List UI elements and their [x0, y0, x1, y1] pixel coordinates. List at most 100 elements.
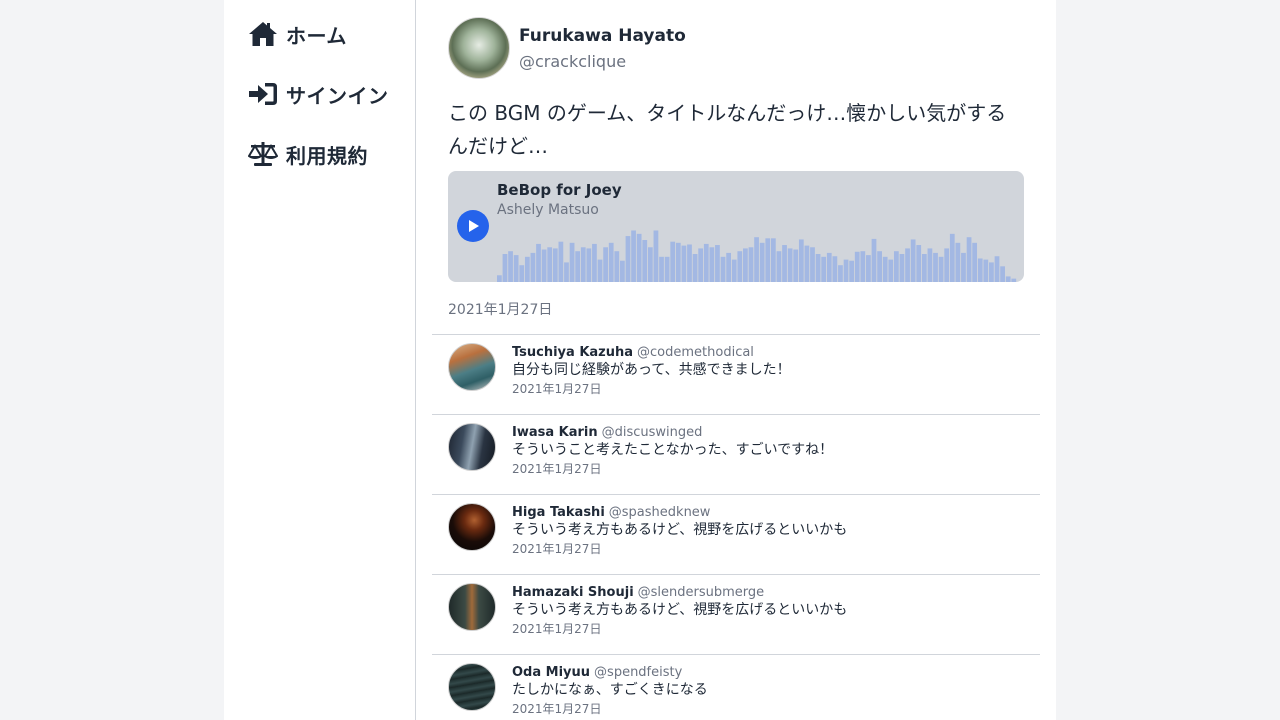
reply-date: 2021年1月27日: [512, 382, 602, 396]
reply-author-handle[interactable]: @spendfeisty: [594, 665, 682, 680]
waveform-bar: [541, 249, 547, 282]
main-content: Furukawa Hayato @crackclique この BGM のゲーム…: [416, 0, 1056, 720]
waveform-bar: [994, 256, 1000, 282]
reply-date: 2021年1月27日: [512, 542, 602, 556]
reply-author-name[interactable]: Tsuchiya Kazuha: [512, 345, 633, 360]
reply-text: そういう考え方もあるけど、視野を広げるといいかも: [512, 522, 848, 538]
list-item[interactable]: Higa Takashi @spashedknew そういう考え方もあるけど、視野…: [432, 495, 1040, 575]
post-author: Furukawa Hayato @crackclique: [432, 16, 1040, 80]
waveform-bar: [743, 248, 748, 282]
waveform-bar: [586, 248, 592, 282]
waveform-bar: [899, 254, 905, 282]
list-item[interactable]: Hamazaki Shouji @slendersubmerge そういう考え方も…: [432, 575, 1040, 655]
waveform-bar: [502, 254, 508, 282]
avatar[interactable]: [448, 423, 496, 471]
reply-date: 2021年1月27日: [512, 462, 602, 476]
waveform-bar: [748, 247, 754, 282]
reply-author-handle[interactable]: @spashedknew: [609, 505, 711, 520]
waveform-bar: [787, 248, 793, 282]
avatar[interactable]: [448, 663, 496, 711]
waveform-bar: [955, 242, 961, 282]
avatar[interactable]: [448, 503, 496, 551]
play-button[interactable]: [457, 210, 489, 242]
sidebar-item-terms[interactable]: 利用規約: [248, 140, 415, 168]
waveform-bar: [888, 259, 894, 282]
waveform-bar: [508, 251, 513, 282]
sidebar-item-sign-in[interactable]: サインイン: [248, 80, 415, 108]
waveform-bar: [893, 251, 899, 282]
waveform-bar: [524, 256, 530, 282]
waveform-bar: [944, 248, 950, 282]
reply-text: そういうこと考えたことなかった、すごいですね！: [512, 442, 834, 458]
avatar[interactable]: [448, 17, 510, 79]
waveform-bar: [715, 245, 720, 282]
waveform-bar: [933, 252, 938, 282]
reply-author-name[interactable]: Higa Takashi: [512, 505, 605, 520]
waveform-bar: [608, 242, 614, 282]
waveform-bar: [770, 238, 776, 282]
waveform-bar: [921, 254, 927, 282]
waveform-bar: [927, 248, 933, 282]
waveform-bar: [804, 245, 810, 282]
reply-author-name[interactable]: Oda Miyuu: [512, 665, 590, 680]
post-text: この BGM のゲーム、タイトルなんだっけ…懐かしい気がするんだけど…: [448, 101, 1007, 158]
avatar[interactable]: [448, 343, 496, 391]
waveform-bar: [552, 248, 558, 282]
list-item[interactable]: Iwasa Karin @discuswinged そういうこと考えたことなかった…: [432, 415, 1040, 495]
post: Furukawa Hayato @crackclique この BGM のゲーム…: [432, 16, 1040, 326]
reply-author-handle[interactable]: @discuswinged: [602, 425, 703, 440]
sidebar-item-label: サインイン: [286, 83, 389, 108]
waveform-bar: [983, 259, 989, 282]
waveform-bar: [642, 240, 648, 282]
scale-icon: [248, 140, 278, 168]
author-handle[interactable]: @crackclique: [519, 52, 686, 71]
author-name[interactable]: Furukawa Hayato: [519, 26, 686, 46]
waveform-bar: [776, 251, 782, 282]
sidebar-item-home[interactable]: ホーム: [248, 20, 415, 48]
waveform-bar: [675, 242, 681, 282]
waveform-bar: [882, 256, 888, 282]
waveform-bar: [547, 247, 553, 282]
avatar[interactable]: [448, 583, 496, 631]
waveform-bar: [709, 247, 715, 282]
waveform-bar: [866, 255, 871, 282]
home-icon: [248, 20, 278, 48]
waveform-bar: [703, 243, 709, 282]
audio-waveform[interactable]: [497, 226, 1017, 282]
waveform-bar: [575, 251, 581, 282]
sidebar-item-label: 利用規約: [286, 143, 368, 168]
waveform-bar: [536, 243, 541, 282]
waveform-bar: [966, 237, 972, 282]
waveform-bar: [698, 248, 704, 282]
audio-player: BeBop for Joey Ashely Matsuo: [448, 171, 1024, 282]
post-date: 2021年1月27日: [448, 302, 553, 318]
waveform-bar: [564, 262, 569, 282]
waveform-bar: [603, 247, 608, 282]
reply-author-name[interactable]: Hamazaki Shouji: [512, 585, 634, 600]
waveform-bar: [726, 252, 731, 282]
waveform-bar: [798, 239, 804, 282]
list-item[interactable]: Tsuchiya Kazuha @codemethodical 自分も同じ経験があ…: [432, 335, 1040, 415]
reply-author-name[interactable]: Iwasa Karin: [512, 425, 598, 440]
sidebar-item-label: ホーム: [286, 23, 347, 48]
waveform-bar: [849, 260, 855, 282]
reply-author-handle[interactable]: @codemethodical: [637, 345, 754, 360]
waveform-bar: [614, 251, 620, 282]
waveform-bar: [910, 239, 916, 282]
list-item[interactable]: Oda Miyuu @spendfeisty たしかになぁ、すごくきになる 202…: [432, 655, 1040, 720]
waveform-bar: [737, 251, 743, 282]
waveform-bar: [592, 243, 597, 282]
waveform-bar: [692, 254, 698, 282]
waveform-bar: [989, 262, 994, 282]
waveform-bar: [977, 258, 983, 282]
waveform-bar: [916, 245, 922, 282]
track-artist: Ashely Matsuo: [497, 202, 599, 218]
reply-text: 自分も同じ経験があって、共感できました！: [512, 362, 791, 378]
waveform-bar: [938, 256, 944, 282]
waveform-bar: [877, 251, 882, 282]
waveform-bar: [720, 256, 726, 282]
waveform-bar: [731, 259, 737, 282]
waveform-bar: [1011, 278, 1017, 282]
reply-author-handle[interactable]: @slendersubmerge: [638, 585, 765, 600]
waveform-bar: [569, 242, 575, 282]
